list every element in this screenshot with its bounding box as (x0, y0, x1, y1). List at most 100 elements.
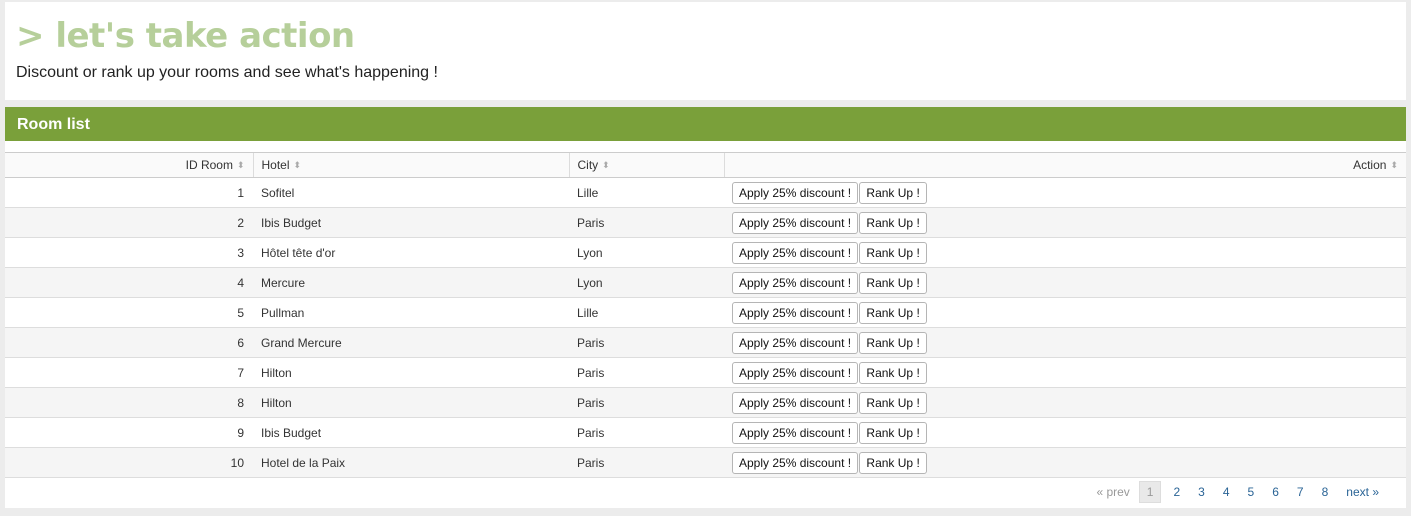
cell-city: Lille (577, 185, 599, 200)
cell-hotel: Pullman (261, 305, 305, 320)
rank-up-button[interactable]: Rank Up ! (859, 241, 927, 264)
cell-hotel: Ibis Budget (261, 425, 322, 440)
cell-action: Apply 25% discount ! Rank Up ! (724, 448, 1406, 478)
pagination-next[interactable]: next » (1337, 482, 1388, 502)
cell-hotel: Hilton (261, 395, 292, 410)
apply-discount-button[interactable]: Apply 25% discount ! (732, 271, 859, 294)
pagination-page-8[interactable]: 8 (1313, 482, 1338, 502)
panel-title: Room list (17, 116, 90, 133)
pagination-prev: « prev (1096, 485, 1130, 499)
cell-city: Lille (577, 305, 599, 320)
table-row: 3 Hôtel tête d'or Lyon Apply 25% discount !… (5, 238, 1406, 268)
cell-action: Apply 25% discount ! Rank Up ! (724, 298, 1406, 328)
cell-city: Paris (577, 455, 605, 470)
table-header-row: ID Room ⬍ Hotel ⬍ City ⬍ Action ⬍ (5, 152, 1406, 178)
apply-discount-button[interactable]: Apply 25% discount ! (732, 451, 859, 474)
cell-hotel: Hilton (261, 365, 292, 380)
rank-up-button[interactable]: Rank Up ! (859, 331, 927, 354)
sort-icon: ⬍ (293, 160, 302, 170)
table-row: 9 Ibis Budget Paris Apply 25% discount ! Ra… (5, 418, 1406, 448)
sort-icon: ⬍ (602, 160, 610, 170)
cell-id-room: 2 (237, 215, 244, 230)
cell-city: Lyon (577, 275, 603, 290)
cell-id-room: 7 (237, 365, 244, 380)
rank-up-button[interactable]: Rank Up ! (859, 301, 927, 324)
sort-icon: ⬍ (236, 160, 245, 170)
cell-action: Apply 25% discount ! Rank Up ! (724, 358, 1406, 388)
cell-city: Paris (577, 365, 605, 380)
rank-up-button[interactable]: Rank Up ! (859, 361, 927, 384)
pagination-page-4[interactable]: 4 (1214, 482, 1239, 502)
table-row: 8 Hilton Paris Apply 25% discount ! Rank Up… (5, 387, 1406, 418)
pagination-page-7[interactable]: 7 (1288, 482, 1313, 502)
cell-id-room: 4 (237, 275, 244, 290)
apply-discount-button[interactable]: Apply 25% discount ! (732, 331, 859, 354)
cell-hotel: Mercure (261, 275, 306, 290)
table-row: 7 Hilton Paris Apply 25% discount ! Rank Up… (5, 358, 1406, 388)
cell-action: Apply 25% discount ! Rank Up ! (724, 418, 1406, 448)
column-header-action[interactable]: Action ⬍ (723, 152, 1406, 178)
cell-action: Apply 25% discount ! Rank Up ! (724, 208, 1406, 238)
cell-hotel: Grand Mercure (261, 335, 342, 350)
table-row: 4 Mercure Lyon Apply 25% discount ! Rank Up… (5, 267, 1406, 298)
apply-discount-button[interactable]: Apply 25% discount ! (732, 421, 859, 444)
apply-discount-button[interactable]: Apply 25% discount ! (732, 241, 859, 264)
cell-action: Apply 25% discount ! Rank Up ! (724, 388, 1406, 418)
apply-discount-button[interactable]: Apply 25% discount ! (732, 181, 859, 204)
cell-id-room: 1 (237, 185, 244, 200)
pagination-page-6[interactable]: 6 (1263, 482, 1288, 502)
page-title: > let's take action (16, 16, 355, 56)
column-header-label: ID Room (185, 158, 233, 172)
apply-discount-button[interactable]: Apply 25% discount ! (732, 391, 859, 414)
cell-hotel: Sofitel (261, 185, 295, 200)
cell-id-room: 6 (237, 335, 244, 350)
rank-up-button[interactable]: Rank Up ! (859, 421, 927, 444)
table-row: 6 Grand Mercure Paris Apply 25% discount ! … (5, 327, 1406, 358)
cell-id-room: 5 (237, 305, 244, 320)
table-row: 2 Ibis Budget Paris Apply 25% discount ! Ra… (5, 207, 1406, 238)
apply-discount-button[interactable]: Apply 25% discount ! (732, 301, 859, 324)
column-header-label: Hotel (261, 158, 290, 172)
page-subtitle: Discount or rank up your rooms and see w… (16, 64, 438, 81)
cell-action: Apply 25% discount ! Rank Up ! (724, 268, 1406, 298)
cell-hotel: Ibis Budget (261, 215, 322, 230)
apply-discount-button[interactable]: Apply 25% discount ! (732, 211, 859, 234)
cell-city: Paris (577, 425, 605, 440)
rank-up-button[interactable]: Rank Up ! (859, 271, 927, 294)
sort-icon: ⬍ (1390, 160, 1398, 170)
column-header-hotel[interactable]: Hotel ⬍ (252, 152, 569, 178)
cell-city: Lyon (577, 245, 603, 260)
column-header-city[interactable]: City ⬍ (568, 152, 724, 178)
pagination-page-1: 1 (1138, 481, 1162, 503)
pagination-page-5[interactable]: 5 (1239, 482, 1264, 502)
column-header-label: Action (1353, 158, 1387, 172)
room-list-panel: ID Room ⬍ Hotel ⬍ City ⬍ Action ⬍ 1 Sofitel Li… (5, 141, 1406, 508)
cell-id-room: 10 (230, 455, 244, 470)
cell-action: Apply 25% discount ! Rank Up ! (724, 178, 1406, 208)
room-table: ID Room ⬍ Hotel ⬍ City ⬍ Action ⬍ 1 Sofitel Li… (5, 152, 1406, 478)
column-header-id-room[interactable]: ID Room ⬍ (5, 152, 253, 178)
table-row: 10 Hotel de la Paix Paris Apply 25% discoun… (5, 447, 1406, 478)
page-header: > let's take action Discount or rank up … (5, 2, 1406, 100)
pagination-page-2[interactable]: 2 (1164, 482, 1189, 502)
table-row: 1 Sofitel Lille Apply 25% discount ! Rank U… (5, 178, 1406, 208)
cell-id-room: 3 (237, 245, 244, 260)
cell-action: Apply 25% discount ! Rank Up ! (724, 238, 1406, 268)
apply-discount-button[interactable]: Apply 25% discount ! (732, 361, 859, 384)
cell-city: Paris (577, 395, 605, 410)
cell-hotel: Hotel de la Paix (261, 455, 346, 470)
pagination: « prev 1 2 3 4 5 6 7 8 next » (1087, 481, 1388, 503)
cell-city: Paris (577, 335, 605, 350)
rank-up-button[interactable]: Rank Up ! (859, 181, 927, 204)
table-row: 5 Pullman Lille Apply 25% discount ! Rank U… (5, 298, 1406, 328)
rank-up-button[interactable]: Rank Up ! (859, 451, 927, 474)
table-body: 1 Sofitel Lille Apply 25% discount ! Rank U… (5, 178, 1406, 478)
rank-up-button[interactable]: Rank Up ! (859, 211, 927, 234)
pagination-page-3[interactable]: 3 (1189, 482, 1214, 502)
cell-hotel: Hôtel tête d'or (261, 245, 336, 260)
cell-id-room: 8 (237, 395, 244, 410)
cell-city: Paris (577, 215, 605, 230)
cell-action: Apply 25% discount ! Rank Up ! (724, 328, 1406, 358)
cell-id-room: 9 (237, 425, 244, 440)
rank-up-button[interactable]: Rank Up ! (859, 391, 927, 414)
